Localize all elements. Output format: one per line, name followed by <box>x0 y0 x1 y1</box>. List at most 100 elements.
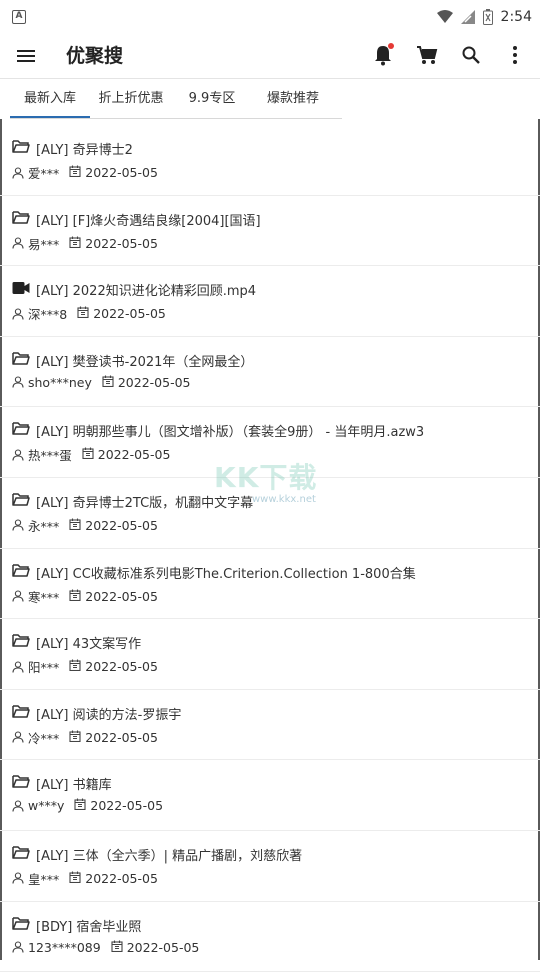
item-calendar <box>111 940 123 955</box>
item-name: [ALY] 樊登读书-2021年（全网最全） <box>36 354 254 370</box>
list-item[interactable]: [ALY] CC收藏标准系列电影The.Criterion.Collection… <box>0 549 540 620</box>
wifi-icon <box>436 10 453 23</box>
cellular-icon <box>460 10 475 24</box>
item-title-row: [ALY] 奇异博士2 <box>12 139 133 158</box>
app-bar: 优聚搜 <box>0 34 540 79</box>
more-vertical-icon <box>513 46 517 64</box>
item-calendar <box>82 447 94 462</box>
item-title-row: [ALY] 樊登读书-2021年（全网最全） <box>12 351 253 370</box>
item-calendar <box>69 871 81 886</box>
notifications-button[interactable] <box>368 40 398 70</box>
item-title-row: [ALY] [F]烽火奇遇结良缘[2004][国语] <box>12 210 261 229</box>
user-icon <box>12 308 24 320</box>
item-type-icon <box>12 492 30 511</box>
calendar-icon <box>111 940 123 952</box>
folder-icon <box>12 210 30 224</box>
list-item[interactable]: [ALY] 樊登读书-2021年（全网最全） sho***ney 2022-05-0… <box>0 337 540 408</box>
item-name: [BDY] 宿舍毕业照 <box>36 919 142 935</box>
item-user: 冷*** <box>28 730 60 746</box>
item-type-icon <box>12 280 30 299</box>
folder-icon <box>12 705 30 718</box>
calendar-icon <box>69 871 81 883</box>
status-bar: A 2:54 <box>0 0 540 34</box>
folder-icon <box>12 493 30 506</box>
list-item[interactable]: [ALY] 阅读的方法-罗振宇冷*** 2022-05-05 <box>0 690 540 761</box>
item-title-row: [BDY] 宿舍毕业照 <box>12 916 141 935</box>
list-item[interactable]: [ALY] 书籍库 w***y 2022-05-05 <box>0 760 540 831</box>
item-type-icon <box>12 774 30 793</box>
item-calendar <box>69 589 81 604</box>
item-date: 2022-05-05 <box>85 870 158 886</box>
list-item[interactable]: [ALY] 三体（全六季）| 精品广播剧，刘慈欣著皇*** 2022-05-05 <box>0 831 540 902</box>
more-options-button[interactable] <box>500 40 530 70</box>
item-type-icon <box>12 421 30 440</box>
item-user: 皇*** <box>28 871 60 887</box>
item-meta-row: 皇*** 2022-05-05 <box>12 869 158 888</box>
item-calendar <box>69 518 81 533</box>
tab-hot-picks[interactable]: 爆款推荐 <box>258 79 328 117</box>
list-item[interactable]: [ALY] 43文案写作 阳*** 2022-05-05 <box>0 619 540 690</box>
item-calendar <box>102 375 114 390</box>
cart-button[interactable] <box>412 40 442 70</box>
user-icon <box>12 731 24 743</box>
list-item[interactable]: [ALY] [F]烽火奇遇结良缘[2004][国语] 易*** 2022-05-05 <box>0 196 540 267</box>
item-calendar <box>77 306 89 321</box>
item-user: 寒*** <box>28 589 60 605</box>
user-icon <box>12 590 24 602</box>
item-type-icon <box>12 351 30 370</box>
calendar-icon <box>82 447 94 460</box>
item-name: [ALY] CC收藏标准系列电影The.Criterion.Collection… <box>36 566 416 582</box>
calendar-icon <box>69 589 81 601</box>
user-icon <box>12 166 24 179</box>
item-date: 2022-05-05 <box>126 939 200 955</box>
item-date: 2022-05-05 <box>85 517 158 533</box>
item-meta-row: 冷*** 2022-05-05 <box>12 728 158 747</box>
item-meta-row: 易*** 2022-05-05 <box>12 234 158 253</box>
user-icon <box>12 376 24 388</box>
cart-icon <box>417 46 438 64</box>
list-item[interactable]: [ALY] 奇异博士2TC版，机翻中文字幕永*** 2022-05-05 <box>0 478 540 549</box>
item-name: [ALY] 43文案写作 <box>36 637 142 653</box>
user-icon <box>12 237 24 249</box>
item-name: [ALY] 三体（全六季）| 精品广播剧，刘慈欣著 <box>36 848 303 864</box>
folder-icon <box>12 422 30 436</box>
menu-button[interactable] <box>12 42 40 70</box>
folder-icon <box>12 563 30 577</box>
list-item[interactable]: [BDY] 宿舍毕业照 123****089 2022-05-05 <box>0 902 540 972</box>
item-date: 2022-05-05 <box>85 165 158 180</box>
video-icon <box>12 282 30 295</box>
item-date: 2022-05-05 <box>117 374 191 390</box>
item-user: 爱*** <box>28 166 60 181</box>
item-title-row: [ALY] 阅读的方法-罗振宇 <box>12 704 181 723</box>
status-time: 2:54 <box>500 9 532 25</box>
calendar-icon <box>77 306 89 319</box>
status-icons: 2:54 <box>436 8 532 26</box>
list-item[interactable]: [ALY] 奇异博士2 爱*** 2022-05-05 <box>0 125 540 196</box>
item-user: w***y <box>28 798 65 814</box>
item-name: [ALY] 奇异博士2 <box>36 143 133 158</box>
folder-icon <box>12 846 30 859</box>
calendar-icon <box>74 798 86 811</box>
item-type-icon <box>12 704 30 723</box>
item-date: 2022-05-05 <box>85 729 158 745</box>
item-title-row: [ALY] 奇异博士2TC版，机翻中文字幕 <box>12 492 253 511</box>
page-title: 优聚搜 <box>66 45 124 67</box>
item-user: 永*** <box>28 518 60 534</box>
search-button[interactable] <box>456 40 486 70</box>
item-calendar <box>69 730 81 745</box>
item-calendar <box>69 659 81 674</box>
tab-discount[interactable]: 折上折优惠 <box>96 79 166 117</box>
user-icon <box>12 661 24 673</box>
folder-icon <box>12 916 30 930</box>
item-meta-row: 永*** 2022-05-05 <box>12 516 158 535</box>
calendar-icon <box>69 518 81 531</box>
item-type-icon <box>12 633 30 652</box>
item-meta-row: 热***蛋 2022-05-05 <box>12 445 170 464</box>
item-name: [ALY] 2022知识进化论精彩回顾.mp4 <box>36 284 257 300</box>
tab-newest[interactable]: 最新入库 <box>14 79 86 117</box>
item-name: [ALY] 明朝那些事儿（图文增补版）（套装全9册） - 当年明月.azw3 <box>36 425 425 441</box>
list-item[interactable]: [ALY] 明朝那些事儿（图文增补版）（套装全9册） - 当年明月.azw3 热*… <box>0 407 540 478</box>
tab-9-9-zone[interactable]: 9.9专区 <box>180 79 244 117</box>
item-title-row: [ALY] 明朝那些事儿（图文增补版）（套装全9册） - 当年明月.azw3 <box>12 421 424 440</box>
list-item[interactable]: [ALY] 2022知识进化论精彩回顾.mp4 深***8 2022-05-05 <box>0 266 540 337</box>
